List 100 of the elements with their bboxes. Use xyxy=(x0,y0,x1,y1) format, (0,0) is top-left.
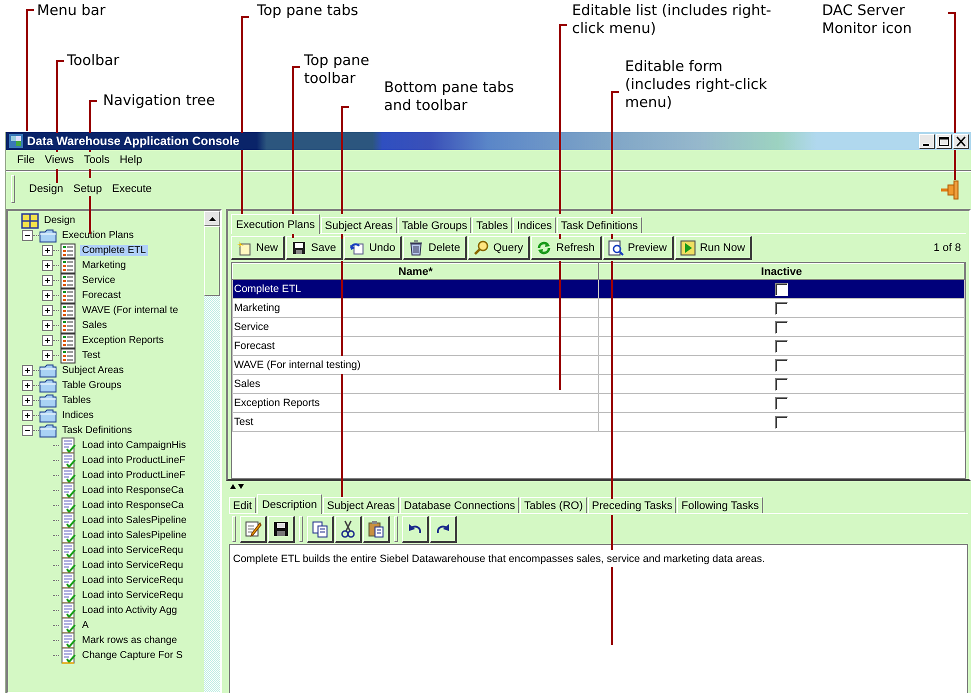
edit-button[interactable] xyxy=(240,516,267,542)
tree-item[interactable]: Marketing xyxy=(80,260,128,271)
cut-button[interactable] xyxy=(335,516,362,542)
tab[interactable]: Preceding Tasks xyxy=(588,497,676,513)
tree-item[interactable]: Design xyxy=(42,215,78,226)
tab[interactable]: Following Tasks xyxy=(677,497,763,513)
menu-item[interactable]: Views xyxy=(40,154,79,166)
expander-icon[interactable] xyxy=(42,260,53,271)
tree-item[interactable]: Indices xyxy=(60,410,96,421)
refresh-button[interactable]: Refresh xyxy=(531,236,602,260)
tree-item[interactable]: Change Capture For S xyxy=(80,650,185,661)
menu-item[interactable]: Tools xyxy=(78,154,115,166)
expander-icon[interactable] xyxy=(42,320,53,331)
column-header[interactable]: Name* xyxy=(232,264,598,280)
callout-label: Toolbar xyxy=(67,52,120,70)
toolbar-item[interactable]: Execute xyxy=(107,183,157,195)
checked-document-icon xyxy=(60,617,76,634)
tree-item[interactable]: Load into ResponseCa xyxy=(80,485,186,496)
tab[interactable]: Edit xyxy=(229,497,256,513)
expander-icon[interactable] xyxy=(22,395,33,406)
tab[interactable]: Task Definitions xyxy=(556,217,642,233)
paste-button[interactable] xyxy=(363,516,390,542)
expander-icon[interactable] xyxy=(22,230,33,241)
expander-icon[interactable] xyxy=(22,365,33,376)
tree-item[interactable]: Test xyxy=(80,350,102,361)
tree-item[interactable]: Task Definitions xyxy=(60,425,134,436)
menu-item[interactable]: File xyxy=(12,154,40,166)
tree-item[interactable]: Subject Areas xyxy=(60,365,126,376)
tree-item[interactable]: Load into ResponseCa xyxy=(80,500,186,511)
undo-button[interactable]: Undo xyxy=(344,236,402,260)
tree-item[interactable]: Exception Reports xyxy=(80,335,166,346)
expander-icon[interactable] xyxy=(42,305,53,316)
scroll-up-button[interactable] xyxy=(204,211,220,226)
maximize-icon[interactable] xyxy=(936,134,952,148)
expander-icon[interactable] xyxy=(22,425,33,436)
expander-icon[interactable] xyxy=(42,335,53,346)
checked-document-icon xyxy=(60,632,76,649)
close-icon[interactable] xyxy=(953,134,969,148)
scrollbar-thumb[interactable] xyxy=(204,226,220,296)
tree-item[interactable]: Execution Plans xyxy=(60,230,136,241)
tree-item[interactable]: Sales xyxy=(80,320,110,331)
checkbox[interactable] xyxy=(775,358,788,372)
tree-item[interactable]: A xyxy=(80,620,91,631)
tree-item[interactable]: Mark rows as change xyxy=(80,635,180,646)
copy-button[interactable] xyxy=(307,516,334,542)
undo-button[interactable] xyxy=(402,516,429,542)
tree-item[interactable]: Forecast xyxy=(80,290,123,301)
run-now-button[interactable]: Run Now xyxy=(674,236,752,260)
checkbox[interactable] xyxy=(775,340,788,352)
tree-item[interactable]: Load into ProductLineF xyxy=(80,455,188,466)
save-button[interactable]: Save xyxy=(286,236,344,260)
expander-icon[interactable] xyxy=(22,410,33,421)
description-field[interactable]: Complete ETL builds the entire Siebel Datawarehouse that encompasses sales, service and marketing data areas. xyxy=(229,544,968,693)
tree-item[interactable]: Service xyxy=(80,275,118,286)
redo-button[interactable] xyxy=(430,516,457,542)
tab[interactable]: Subject Areas xyxy=(320,217,397,233)
expander-icon[interactable] xyxy=(42,350,53,361)
tree-item[interactable]: Complete ETL xyxy=(80,245,148,256)
tree-item[interactable]: Load into ProductLineF xyxy=(80,470,188,481)
folder-icon xyxy=(39,378,57,392)
column-header[interactable]: Inactive xyxy=(598,264,964,280)
tree-item[interactable]: Load into ServiceRequ xyxy=(80,560,186,571)
tree-item[interactable]: Load into ServiceRequ xyxy=(80,590,186,601)
tree-item[interactable]: Tables xyxy=(60,395,93,406)
toolbar-item[interactable]: Design xyxy=(24,183,68,195)
toolbar-item[interactable]: Setup xyxy=(68,183,107,195)
new-button[interactable]: New xyxy=(231,236,286,260)
tab[interactable]: Execution Plans xyxy=(231,214,320,234)
checkbox[interactable] xyxy=(775,378,788,390)
checkbox[interactable] xyxy=(775,302,788,314)
query-button[interactable]: Query xyxy=(468,236,530,260)
tab[interactable]: Tables (RO) xyxy=(520,497,587,513)
tree-item[interactable]: Load into SalesPipeline xyxy=(80,530,189,541)
expander-icon[interactable] xyxy=(42,290,53,301)
delete-button[interactable]: Delete xyxy=(403,236,468,260)
checkbox[interactable] xyxy=(775,282,788,296)
tab[interactable]: Indices xyxy=(513,217,556,233)
tree-item[interactable]: Load into Activity Agg xyxy=(80,605,180,616)
expander-icon[interactable] xyxy=(42,275,53,286)
preview-button[interactable]: Preview xyxy=(602,236,674,260)
tab[interactable]: Description xyxy=(256,494,322,514)
checkbox[interactable] xyxy=(775,320,788,334)
folder-icon xyxy=(39,394,57,408)
tree-item[interactable]: Load into SalesPipeline xyxy=(80,515,189,526)
tree-item[interactable]: Table Groups xyxy=(60,380,124,391)
tree-item[interactable]: WAVE (For internal te xyxy=(80,305,180,316)
tab[interactable]: Subject Areas xyxy=(323,497,399,513)
tree-item[interactable]: Load into ServiceRequ xyxy=(80,545,186,556)
expander-icon[interactable] xyxy=(22,380,33,391)
expander-icon[interactable] xyxy=(42,245,53,256)
checkbox[interactable] xyxy=(775,396,788,410)
checkbox[interactable] xyxy=(775,416,788,428)
tab[interactable]: Database Connections xyxy=(400,497,520,513)
menu-item[interactable]: Help xyxy=(114,154,148,166)
save-button[interactable] xyxy=(268,516,295,542)
tree-item[interactable]: Load into ServiceRequ xyxy=(80,575,186,586)
tab[interactable]: Table Groups xyxy=(398,217,472,233)
tab[interactable]: Tables xyxy=(472,217,512,233)
tree-item[interactable]: Load into CampaignHis xyxy=(80,440,188,451)
minimize-icon[interactable] xyxy=(919,134,935,148)
